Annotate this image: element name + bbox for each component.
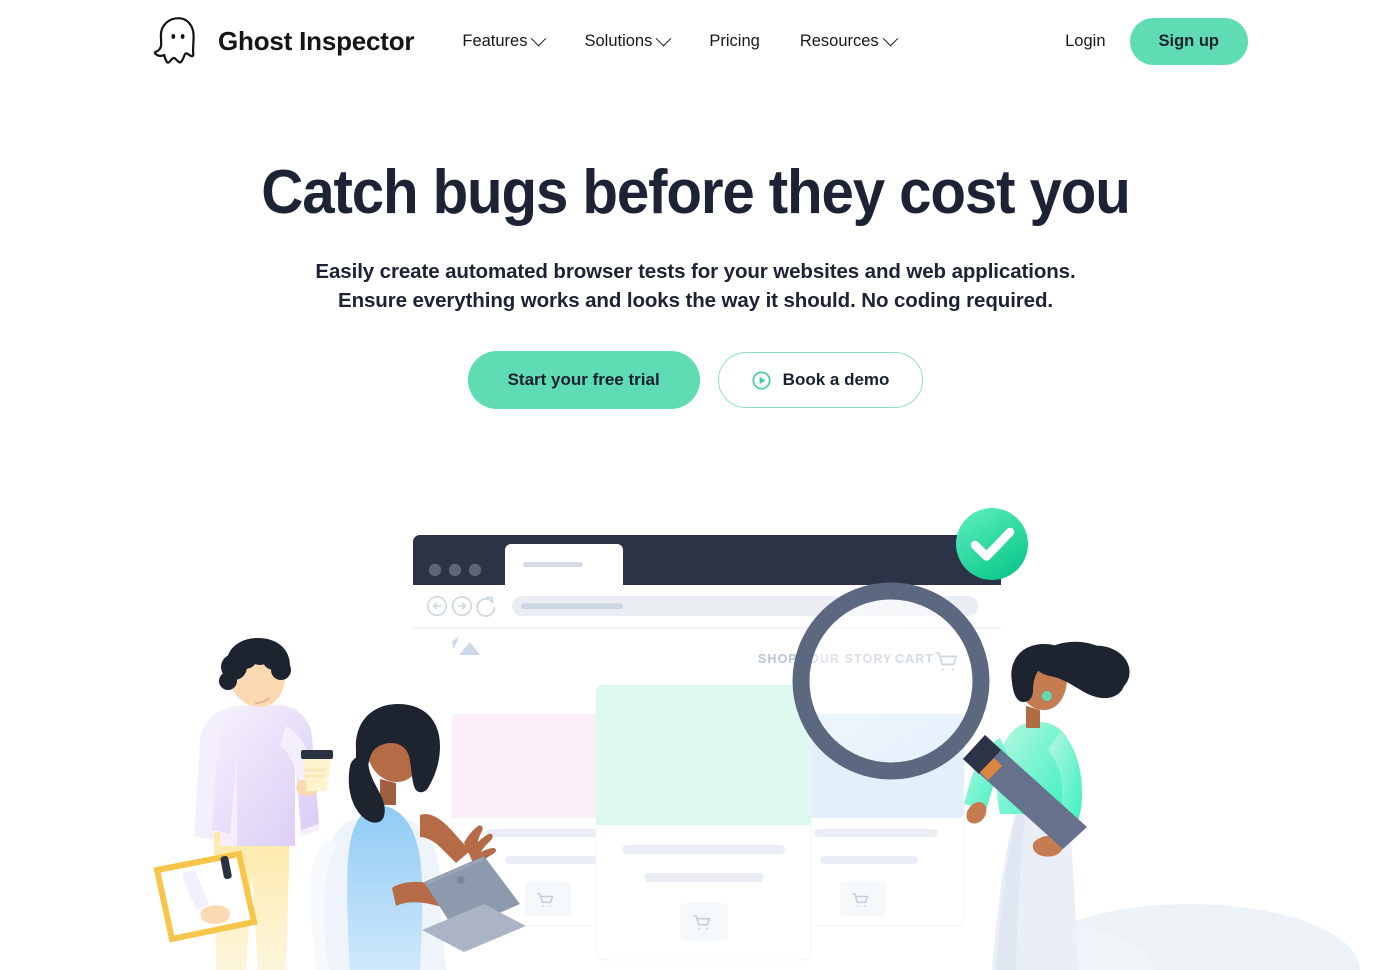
product-title-placeholder	[814, 829, 938, 837]
chevron-down-icon	[531, 30, 547, 46]
hero-subtitle-line-1: Easily create automated browser tests fo…	[315, 259, 1076, 283]
product-card-center[interactable]	[595, 684, 812, 961]
ghost-icon	[153, 17, 195, 64]
nav-item-features-label: Features	[462, 31, 528, 50]
start-free-trial-button[interactable]: Start your free trial	[467, 351, 700, 410]
brand-logo-link[interactable]: Ghost Inspector	[150, 15, 415, 67]
nav-item-solutions-label: Solutions	[584, 31, 653, 50]
nav-item-pricing[interactable]: Pricing	[709, 32, 759, 51]
product-price-placeholder	[505, 856, 605, 864]
browser-url-placeholder	[521, 603, 623, 609]
hero-title: Catch bugs before they cost you	[261, 158, 1131, 227]
add-to-cart-button[interactable]	[840, 882, 886, 916]
browser-title-bar	[413, 535, 1001, 585]
nav-item-solutions[interactable]: Solutions	[584, 30, 672, 51]
hero-subtitle-line-2: Ensure everything works and looks the wa…	[338, 289, 1053, 313]
standing-person-with-coffee	[153, 638, 333, 970]
hero-illustration: SHOP OUR STORY CART	[0, 470, 1391, 970]
book-a-demo-label: Book a demo	[782, 370, 890, 390]
chevron-down-icon	[882, 30, 898, 46]
book-a-demo-button[interactable]: Book a demo	[717, 352, 924, 409]
hero-cta-group: Start your free trial Book a demo	[0, 351, 1391, 410]
window-dot	[448, 563, 462, 577]
window-dot	[468, 563, 482, 577]
nav-item-pricing-label: Pricing	[709, 31, 760, 50]
nav-item-features[interactable]: Features	[462, 30, 547, 51]
mock-nav-shop[interactable]: SHOP	[758, 652, 798, 666]
hero-subtitle: Easily create automated browser tests fo…	[301, 257, 1091, 315]
hero-section: Catch bugs before they cost you Easily c…	[0, 158, 1391, 410]
brand-name: Ghost Inspector	[218, 25, 415, 56]
nav-item-resources[interactable]: Resources	[799, 30, 898, 51]
site-header: Ghost Inspector Features Solutions Prici…	[0, 0, 1391, 82]
add-to-cart-button[interactable]	[525, 882, 571, 916]
product-price-placeholder	[644, 873, 764, 882]
product-title-placeholder	[486, 829, 606, 837]
product-price-placeholder	[820, 856, 918, 864]
play-circle-icon	[752, 371, 771, 390]
main-nav: Features Solutions Pricing Resources	[462, 30, 898, 51]
nav-item-resources-label: Resources	[799, 31, 879, 50]
check-circle-icon	[956, 508, 1028, 580]
signup-button[interactable]: Sign up	[1129, 17, 1248, 65]
hero-illustration-svg: SHOP OUR STORY CART	[153, 508, 1360, 970]
chevron-down-icon	[656, 30, 672, 46]
browser-tab-title	[523, 562, 583, 567]
header-actions: Login Sign up	[1065, 17, 1248, 65]
product-title-placeholder	[622, 845, 785, 854]
add-to-cart-button[interactable]	[680, 903, 728, 941]
login-link[interactable]: Login	[1065, 32, 1105, 51]
product-image-placeholder	[596, 685, 811, 825]
window-dot	[428, 563, 442, 577]
